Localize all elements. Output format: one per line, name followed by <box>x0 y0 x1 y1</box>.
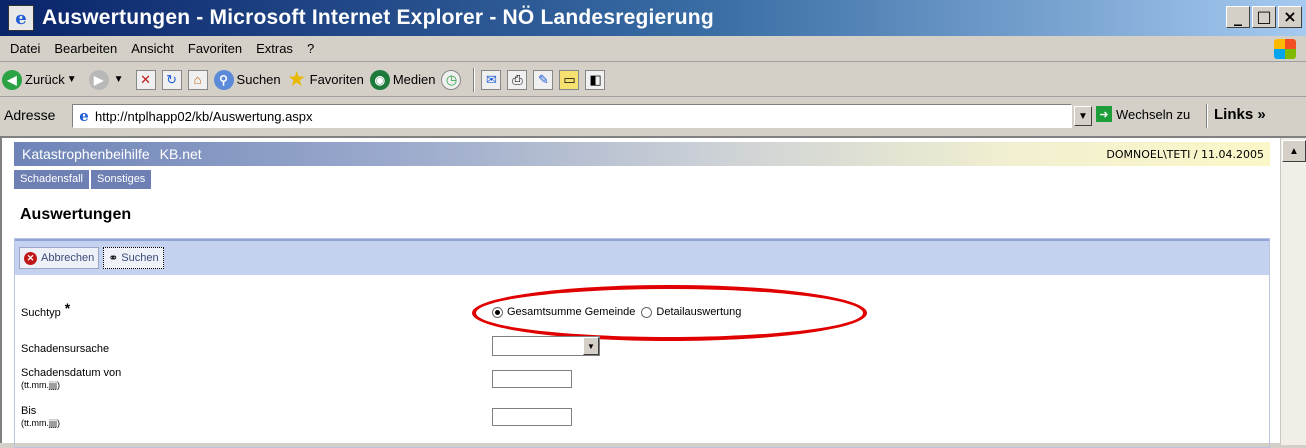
datum-von-input[interactable] <box>492 370 572 388</box>
app-nav: Schadensfall Sonstiges <box>14 170 153 189</box>
search-form-label: Suchen <box>121 252 159 264</box>
search-button[interactable]: ⚲ Suchen <box>213 69 281 90</box>
edit-icon[interactable]: ✎ <box>533 69 554 90</box>
address-input[interactable]: e http://ntplhapp02/kb/Auswertung.aspx <box>72 104 1072 128</box>
page-icon: e <box>79 107 89 125</box>
suchtyp-radio-group: Gesamtsumme Gemeinde Detailauswertung <box>492 306 747 318</box>
menu-ansicht[interactable]: Ansicht <box>131 41 174 56</box>
address-dropdown-icon[interactable]: ▼ <box>1074 106 1092 126</box>
schadensursache-label: Schadensursache <box>21 343 110 355</box>
radio-gesamtsumme-dot[interactable] <box>492 306 503 318</box>
links-separator <box>1206 104 1208 128</box>
cancel-label: Abbrechen <box>41 252 95 264</box>
window-controls: _ □ × <box>1226 6 1302 28</box>
page-title: Auswertungen <box>20 206 132 223</box>
media-icon: ◉ <box>369 69 390 90</box>
print-icon[interactable]: ⎙ <box>507 69 528 90</box>
folder-icon[interactable]: ▭ <box>559 69 580 90</box>
ie-logo-icon: e <box>8 5 34 31</box>
cancel-button[interactable]: ✕ Abbrechen <box>19 247 100 269</box>
window-title: Auswertungen - Microsoft Internet Explor… <box>42 6 714 29</box>
radio-detailauswertung[interactable]: Detailauswertung <box>641 306 741 318</box>
nav-schadensfall[interactable]: Schadensfall <box>14 170 89 189</box>
messenger-icon[interactable]: ◧ <box>585 69 606 90</box>
cancel-icon: ✕ <box>24 251 37 265</box>
menu-bearbeiten[interactable]: Bearbeiten <box>54 41 117 56</box>
address-label: Adresse <box>4 107 56 123</box>
binoculars-icon: ⚭ <box>108 251 119 265</box>
favorites-label: Favoriten <box>309 72 364 87</box>
radio-gesamtsumme-label: Gesamtsumme Gemeinde <box>507 306 636 318</box>
back-dropdown-icon[interactable]: ▼ <box>67 74 77 85</box>
go-button[interactable]: ➜ Wechseln zu <box>1096 106 1190 122</box>
select-dropdown-icon[interactable]: ▼ <box>583 337 599 355</box>
minimize-button[interactable]: _ <box>1226 6 1250 28</box>
menu-favoriten[interactable]: Favoriten <box>188 41 242 56</box>
bis-label-row: Bis (tt.mm.jjjj) <box>21 405 60 428</box>
stop-icon[interactable]: ✕ <box>135 69 156 90</box>
datum-von-format: (tt.mm.jjjj) <box>21 380 60 390</box>
mail-icon[interactable]: ✉ <box>481 69 502 90</box>
window-title-bar: e Auswertungen - Microsoft Internet Expl… <box>0 0 1306 36</box>
nav-sonstiges[interactable]: Sonstiges <box>91 170 152 189</box>
search-form-panel: ✕ Abbrechen ⚭ Suchen Suchtyp * Schadensur… <box>14 238 1270 448</box>
go-arrow-icon: ➜ <box>1096 106 1112 122</box>
star-icon: ★ <box>288 69 305 89</box>
menu-datei[interactable]: Datei <box>10 41 40 56</box>
menu-extras[interactable]: Extras <box>256 41 293 56</box>
menu-bar: Datei Bearbeiten Ansicht Favoriten Extra… <box>0 36 1306 62</box>
go-label: Wechseln zu <box>1116 106 1191 122</box>
app-name: Katastrophenbeihilfe <box>22 146 150 162</box>
radio-detailauswertung-dot[interactable] <box>641 306 653 318</box>
schadensursache-select[interactable]: ▼ <box>492 336 600 356</box>
toolbar-separator <box>473 67 476 92</box>
search-form-button[interactable]: ⚭ Suchen <box>103 247 164 269</box>
search-icon: ⚲ <box>213 69 234 90</box>
datum-von-label-row: Schadensdatum von (tt.mm.jjjj) <box>21 367 121 390</box>
maximize-button[interactable]: □ <box>1252 6 1276 28</box>
suchtyp-label-row: Suchtyp * <box>21 300 71 319</box>
browser-toolbar: ◀ Zurück ▼ ▶ ▼ ✕ ↻ ⌂ ⚲ Suchen ★ Favorite… <box>0 63 1306 97</box>
home-icon[interactable]: ⌂ <box>187 69 208 90</box>
history-icon[interactable]: ◷ <box>441 69 462 90</box>
windows-logo-icon <box>1274 39 1296 59</box>
bis-format: (tt.mm.jjjj) <box>21 418 60 428</box>
scroll-up-icon[interactable]: ▲ <box>1282 140 1306 162</box>
bis-input[interactable] <box>492 408 572 426</box>
forward-dropdown-icon[interactable]: ▼ <box>114 74 124 85</box>
action-bar: ✕ Abbrechen ⚭ Suchen <box>15 239 1269 275</box>
bis-label: Bis <box>21 405 37 417</box>
menu-help[interactable]: ? <box>307 41 314 56</box>
radio-gesamtsumme[interactable]: Gesamtsumme Gemeinde <box>492 306 635 318</box>
datum-von-label: Schadensdatum von <box>21 367 122 379</box>
media-button[interactable]: ◉ Medien <box>369 69 436 90</box>
required-mark: * <box>64 300 71 316</box>
user-date: DOMNOEL\TETI / 11.04.2005 <box>1106 147 1264 161</box>
address-url: http://ntplhapp02/kb/Auswertung.aspx <box>95 108 313 124</box>
app-header: Katastrophenbeihilfe KB.net DOMNOEL\TETI… <box>14 142 1270 166</box>
search-label: Suchen <box>236 72 281 87</box>
media-label: Medien <box>392 72 436 87</box>
back-arrow-icon: ◀ <box>2 69 22 90</box>
back-button[interactable]: ◀ Zurück ▼ <box>2 69 83 90</box>
radio-detailauswertung-label: Detailauswertung <box>656 306 742 318</box>
suchtyp-label: Suchtyp <box>21 307 61 319</box>
address-bar: Adresse e http://ntplhapp02/kb/Auswertun… <box>0 98 1306 132</box>
forward-button[interactable]: ▶ ▼ <box>88 69 130 90</box>
close-button[interactable]: × <box>1278 6 1302 28</box>
forward-arrow-icon: ▶ <box>88 69 109 90</box>
links-button[interactable]: Links » <box>1214 106 1266 123</box>
refresh-icon[interactable]: ↻ <box>161 69 182 90</box>
favorites-button[interactable]: ★ Favoriten <box>287 69 364 90</box>
vertical-scrollbar[interactable]: ▲ <box>1280 138 1306 445</box>
page-content: Katastrophenbeihilfe KB.net DOMNOEL\TETI… <box>0 136 1306 448</box>
back-label: Zurück <box>25 72 65 87</box>
app-subtitle: KB.net <box>159 146 202 162</box>
